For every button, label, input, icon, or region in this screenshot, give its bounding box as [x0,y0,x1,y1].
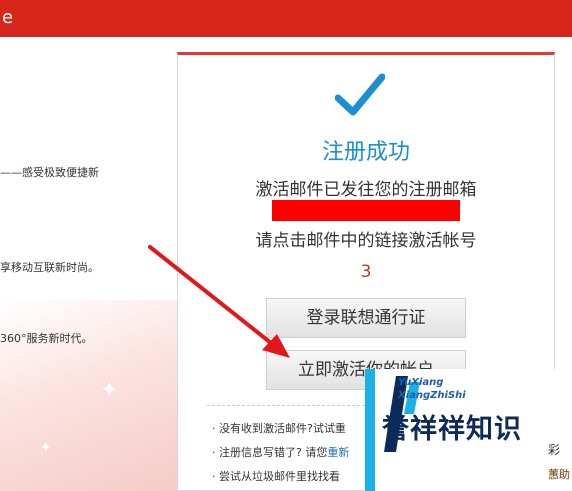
watermark-brand: 誉祥祥知识 [382,414,522,445]
watermark-latin-1: YuXiang [398,377,444,388]
watermark-latin-2: XiangZhiShi [398,390,466,401]
watermark-fragment: 彩 [548,443,561,457]
watermark-fragment: 蕙助 [548,468,570,481]
